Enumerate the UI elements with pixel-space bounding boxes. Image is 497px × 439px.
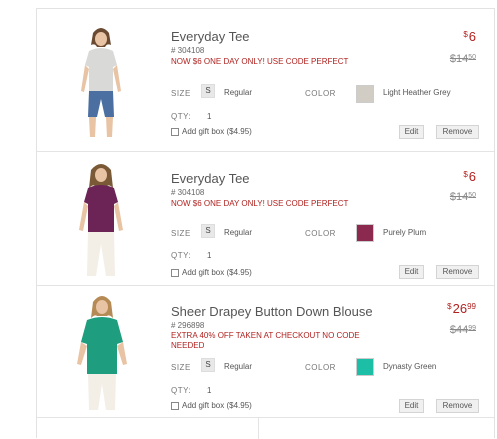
size-label: SIZE xyxy=(171,89,191,98)
shirt-shape xyxy=(85,48,117,91)
color-swatch xyxy=(356,85,374,103)
gift-box-label: Add gift box ($4.95) xyxy=(182,127,252,136)
old-price-dollars: $14 xyxy=(449,53,469,65)
shirt-shape xyxy=(81,317,123,374)
remove-button[interactable]: Remove xyxy=(436,265,479,279)
qty-value: 1 xyxy=(207,386,212,395)
gift-box-label: Add gift box ($4.95) xyxy=(182,268,252,277)
product-image[interactable] xyxy=(71,25,131,146)
product-sku: # 304108 xyxy=(171,188,205,197)
shirt-shape xyxy=(84,185,118,232)
remove-button[interactable]: Remove xyxy=(436,125,479,139)
footer-divider xyxy=(258,418,259,439)
old-price-dollars: $44 xyxy=(449,324,469,336)
price-currency: $ xyxy=(447,302,452,311)
price-currency: $ xyxy=(463,170,468,179)
edit-button[interactable]: Edit xyxy=(399,125,424,139)
size-value: S xyxy=(201,358,215,372)
gift-box-checkbox[interactable] xyxy=(171,268,179,277)
original-price: $4499 xyxy=(450,324,476,336)
price-dollars: 26 xyxy=(452,301,468,316)
product-sku: # 296898 xyxy=(171,321,205,330)
cart-list: Everyday Tee # 304108 NOW $6 ONE DAY ONL… xyxy=(36,8,495,439)
model-photo-icon xyxy=(79,164,123,276)
gift-box-checkbox[interactable] xyxy=(171,401,179,410)
fit-value: Regular xyxy=(224,88,253,97)
fit-value: Regular xyxy=(224,228,253,237)
old-price-cents: 99 xyxy=(468,325,476,332)
fit-value: Regular xyxy=(224,362,253,371)
color-label: COLOR xyxy=(305,89,336,98)
color-swatch xyxy=(356,224,374,242)
cart-item: Everyday Tee # 304108 NOW $6 ONE DAY ONL… xyxy=(37,9,494,152)
qty-label: QTY: xyxy=(171,251,192,260)
original-price: $1450 xyxy=(450,53,476,65)
color-name: Light Heather Grey xyxy=(383,88,451,97)
cart-footer xyxy=(37,418,494,439)
price-currency: $ xyxy=(463,30,468,39)
gift-box-option[interactable]: Add gift box ($4.95) xyxy=(171,127,252,136)
gift-box-option[interactable]: Add gift box ($4.95) xyxy=(171,401,252,410)
old-price-cents: 50 xyxy=(468,54,476,61)
product-name[interactable]: Everyday Tee xyxy=(171,171,250,186)
qty-label: QTY: xyxy=(171,386,192,395)
cart-item: Everyday Tee # 304108 NOW $6 ONE DAY ONL… xyxy=(37,152,494,286)
color-swatch xyxy=(356,358,374,376)
cart-item: Sheer Drapey Button Down Blouse # 296898… xyxy=(37,286,494,418)
size-label: SIZE xyxy=(171,363,191,372)
qty-label: QTY: xyxy=(171,112,192,121)
edit-button[interactable]: Edit xyxy=(399,399,424,413)
size-value: S xyxy=(201,224,215,238)
model-photo-icon xyxy=(77,296,127,410)
model-photo-icon xyxy=(81,28,121,137)
qty-value: 1 xyxy=(207,112,212,121)
color-name: Purely Plum xyxy=(383,228,427,237)
gift-box-checkbox[interactable] xyxy=(171,127,179,136)
old-price-cents: 50 xyxy=(468,192,476,199)
qty-value: 1 xyxy=(207,251,212,260)
gift-box-label: Add gift box ($4.95) xyxy=(182,401,252,410)
price-dollars: 6 xyxy=(468,29,476,44)
price-dollars: 6 xyxy=(468,169,476,184)
size-value: S xyxy=(201,84,215,98)
promo-text: EXTRA 40% OFF TAKEN AT CHECKOUT NO CODE … xyxy=(171,331,360,350)
product-name[interactable]: Everyday Tee xyxy=(171,29,250,44)
price-cents: 99 xyxy=(467,302,476,311)
edit-button[interactable]: Edit xyxy=(399,265,424,279)
remove-button[interactable]: Remove xyxy=(436,399,479,413)
color-name: Dynasty Green xyxy=(383,362,437,371)
product-sku: # 304108 xyxy=(171,46,205,55)
sale-price: $6 xyxy=(463,29,476,44)
sale-price: $6 xyxy=(463,169,476,184)
sale-price: $2699 xyxy=(447,301,476,316)
color-label: COLOR xyxy=(305,363,336,372)
product-image[interactable] xyxy=(71,292,133,417)
promo-text: NOW $6 ONE DAY ONLY! USE CODE PERFECT xyxy=(171,199,349,208)
product-name[interactable]: Sheer Drapey Button Down Blouse xyxy=(171,304,373,319)
product-image[interactable] xyxy=(71,160,131,283)
promo-text: NOW $6 ONE DAY ONLY! USE CODE PERFECT xyxy=(171,57,349,66)
old-price-dollars: $14 xyxy=(449,191,469,203)
original-price: $1450 xyxy=(450,191,476,203)
size-label: SIZE xyxy=(171,229,191,238)
gift-box-option[interactable]: Add gift box ($4.95) xyxy=(171,268,252,277)
color-label: COLOR xyxy=(305,229,336,238)
